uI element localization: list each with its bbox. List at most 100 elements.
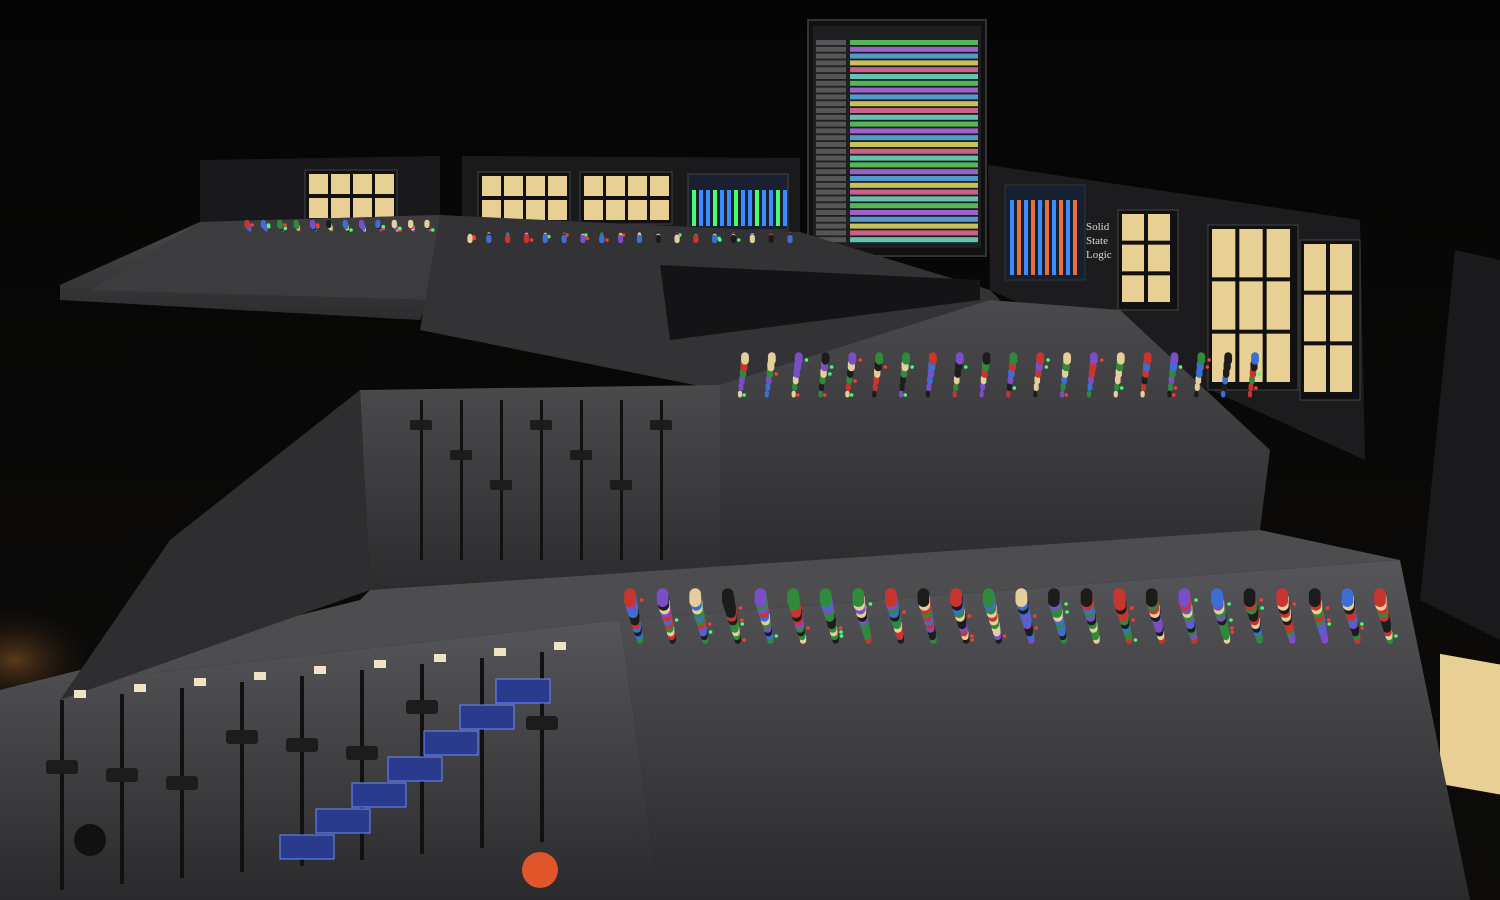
rotary-knob xyxy=(599,234,605,244)
meter-bar xyxy=(1045,200,1049,275)
daw-track-lane xyxy=(850,101,978,107)
rotary-knob xyxy=(1276,588,1289,608)
rotary-knob xyxy=(1116,352,1125,365)
vu-meter xyxy=(309,174,328,194)
status-led xyxy=(1034,626,1039,630)
rotary-knob xyxy=(1009,352,1018,365)
rotary-knob xyxy=(1080,588,1093,608)
daw-track-lane xyxy=(850,148,978,154)
button xyxy=(554,642,566,650)
vu-meter xyxy=(1239,229,1263,278)
brand-panel: Solid State Logic xyxy=(1086,221,1112,261)
vu-meter xyxy=(526,200,545,220)
rotary-knob xyxy=(712,234,718,244)
daw-track-lane xyxy=(850,223,978,229)
vu-meter xyxy=(1330,244,1352,291)
daw-track-header xyxy=(816,223,846,229)
channel-display xyxy=(351,782,407,808)
daw-track-lane xyxy=(850,46,978,52)
status-led xyxy=(1044,365,1049,369)
rotary-knob xyxy=(794,352,803,365)
daw-track-header xyxy=(816,60,846,66)
status-led xyxy=(742,393,746,397)
status-led xyxy=(1046,358,1050,362)
status-led xyxy=(639,598,644,602)
daw-track-lane xyxy=(850,169,978,175)
rotary-knob xyxy=(1308,588,1321,608)
status-led xyxy=(1173,386,1178,390)
daw-track-header xyxy=(816,53,846,59)
vu-meter xyxy=(1212,281,1236,330)
rotary-knob xyxy=(689,588,702,608)
daw-track-header xyxy=(816,114,846,120)
status-led xyxy=(796,393,800,397)
channel-display xyxy=(459,704,515,730)
daw-track-lane xyxy=(850,162,978,168)
daw-track-lane xyxy=(850,121,978,127)
daw-track-lane xyxy=(850,210,978,215)
daw-track-header xyxy=(816,135,846,141)
rotary-knob xyxy=(1090,352,1098,365)
daw-track-header xyxy=(816,46,846,52)
rotary-knob xyxy=(1140,390,1145,398)
vu-meter xyxy=(504,176,523,196)
vu-meter xyxy=(650,200,669,220)
status-led xyxy=(1129,606,1134,610)
daw-track-lane xyxy=(850,40,978,45)
status-led xyxy=(1230,626,1234,630)
fader-cap xyxy=(226,730,258,744)
status-led xyxy=(1229,618,1233,622)
vu-meter xyxy=(309,198,328,218)
fader-track xyxy=(60,700,64,890)
fader-cap xyxy=(286,738,318,752)
rotary-knob xyxy=(1374,588,1386,608)
rotary-knob xyxy=(1048,588,1060,608)
status-led xyxy=(1360,622,1364,626)
status-led xyxy=(967,614,972,618)
status-led xyxy=(250,223,254,227)
status-led xyxy=(1033,614,1037,618)
rotary-knob xyxy=(982,352,991,365)
rotary-knob xyxy=(580,234,586,244)
vu-meter xyxy=(1266,229,1290,278)
rotary-knob xyxy=(522,852,558,888)
status-led xyxy=(283,226,288,231)
rotary-knob xyxy=(787,234,793,244)
fader-cap xyxy=(570,450,592,460)
rotary-knob xyxy=(358,219,365,229)
rotary-knob xyxy=(737,390,743,398)
button xyxy=(74,690,86,698)
rotary-knob xyxy=(791,390,796,398)
rotary-knob xyxy=(898,390,904,398)
status-led xyxy=(1327,622,1332,626)
daw-track-lane xyxy=(850,230,978,236)
status-led xyxy=(742,638,746,642)
daw-track-header xyxy=(816,121,846,127)
rotary-knob xyxy=(764,390,769,398)
rotary-knob xyxy=(1178,588,1191,608)
rotary-knob xyxy=(1063,352,1072,365)
channel-display xyxy=(387,756,443,782)
rotary-knob xyxy=(768,234,774,244)
status-led xyxy=(774,634,779,638)
rotary-knob xyxy=(74,824,106,856)
rotary-knob xyxy=(821,352,830,365)
vu-meter xyxy=(375,174,394,194)
rotary-knob xyxy=(624,588,636,608)
rotary-knob xyxy=(1211,588,1223,608)
daw-track-lane xyxy=(850,60,978,66)
button xyxy=(194,678,206,686)
vu-meter xyxy=(606,200,625,220)
vu-meter xyxy=(628,176,647,196)
rotary-knob xyxy=(955,352,964,365)
status-led xyxy=(868,602,873,606)
fader-track xyxy=(120,694,124,884)
rotary-knob xyxy=(979,390,984,398)
daw-track-lane xyxy=(850,196,978,202)
button xyxy=(254,672,266,680)
status-led xyxy=(970,634,974,638)
rotary-knob xyxy=(1036,352,1045,365)
mixing-console-scene: Solid State Logic xyxy=(0,0,1500,900)
daw-track-lane xyxy=(850,80,978,86)
rotary-knob xyxy=(721,588,734,608)
